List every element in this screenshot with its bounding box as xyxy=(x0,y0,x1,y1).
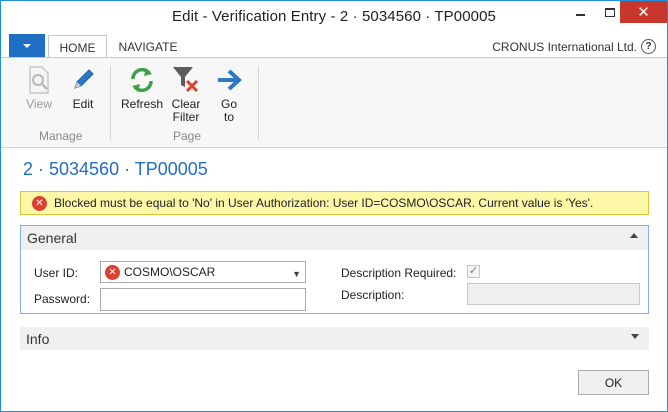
info-fasttab: Info xyxy=(20,327,649,350)
field-error-icon: ✕ xyxy=(105,264,120,280)
goto-label: Go to xyxy=(220,97,237,124)
title-bar[interactable]: Edit - Verification Entry - 2 · 5034560 … xyxy=(1,1,667,32)
close-button[interactable]: ✕ xyxy=(620,1,667,23)
password-label: Password: xyxy=(34,292,91,306)
pencil-icon xyxy=(67,64,99,96)
ok-button[interactable]: OK xyxy=(578,370,649,395)
edit-label: Edit xyxy=(72,97,94,111)
help-icon[interactable]: ? xyxy=(641,39,656,54)
ribbon-separator xyxy=(258,66,259,140)
tab-home[interactable]: HOME xyxy=(48,35,107,59)
refresh-button[interactable]: Refresh xyxy=(121,64,163,111)
manage-group-label: Manage xyxy=(39,129,83,143)
arrow-right-icon xyxy=(213,64,245,96)
view-magnifier-icon xyxy=(23,64,55,96)
general-fasttab: General User ID: ✕ COSMO\OSCAR ▼ Passwor… xyxy=(20,225,649,314)
dialog-window: Edit - Verification Entry - 2 · 5034560 … xyxy=(0,0,668,412)
app-menu-button[interactable] xyxy=(9,34,45,58)
description-required-checkbox[interactable]: ✓ xyxy=(467,265,480,278)
maximize-icon xyxy=(605,7,615,17)
chevron-down-icon[interactable] xyxy=(631,334,639,339)
error-banner: ✕ Blocked must be equal to 'No' in User … xyxy=(20,191,649,215)
description-label: Description: xyxy=(341,288,405,302)
description-required-label: Description Required: xyxy=(341,266,457,280)
info-header[interactable]: Info xyxy=(20,327,649,350)
chevron-up-icon[interactable] xyxy=(630,233,638,238)
company-name[interactable]: CRONUS International Ltd. xyxy=(492,40,637,54)
general-header-label: General xyxy=(27,230,77,246)
minimize-icon xyxy=(575,14,585,16)
ribbon: View Edit Refresh Clear Filter Go to Man… xyxy=(1,57,667,148)
tab-navigate[interactable]: NAVIGATE xyxy=(109,35,187,59)
error-x-icon: ✕ xyxy=(32,195,47,211)
ribbon-separator xyxy=(110,66,111,140)
error-message: Blocked must be equal to 'No' in User Au… xyxy=(54,196,594,210)
edit-button[interactable]: Edit xyxy=(67,64,99,111)
funnel-x-icon xyxy=(170,64,202,96)
clear-filter-button[interactable]: Clear Filter xyxy=(167,64,205,124)
info-header-label: Info xyxy=(26,330,50,347)
user-id-label: User ID: xyxy=(34,266,79,280)
page-group-label: Page xyxy=(173,129,202,143)
description-field[interactable] xyxy=(467,283,640,305)
user-id-combobox[interactable]: ✕ COSMO\OSCAR ▼ xyxy=(100,261,306,283)
general-header[interactable]: General xyxy=(21,226,648,250)
refresh-label: Refresh xyxy=(120,97,164,111)
checkmark-icon: ✓ xyxy=(468,265,479,277)
dropdown-icon xyxy=(23,44,31,48)
page-title: 2 · 5034560 · TP00005 xyxy=(23,159,208,179)
close-icon: ✕ xyxy=(637,4,650,21)
refresh-arrows-icon xyxy=(126,64,158,96)
user-id-value: COSMO\OSCAR xyxy=(124,265,216,279)
clear-filter-label: Clear Filter xyxy=(171,97,201,124)
goto-button[interactable]: Go to xyxy=(212,64,246,124)
password-field[interactable] xyxy=(100,288,306,311)
view-button[interactable]: View xyxy=(23,64,55,111)
view-label: View xyxy=(26,97,52,111)
ribbon-tab-bar: HOME NAVIGATE CRONUS International Ltd. … xyxy=(1,32,667,59)
minimize-button[interactable] xyxy=(567,1,593,23)
chevron-down-icon[interactable]: ▼ xyxy=(292,269,301,279)
